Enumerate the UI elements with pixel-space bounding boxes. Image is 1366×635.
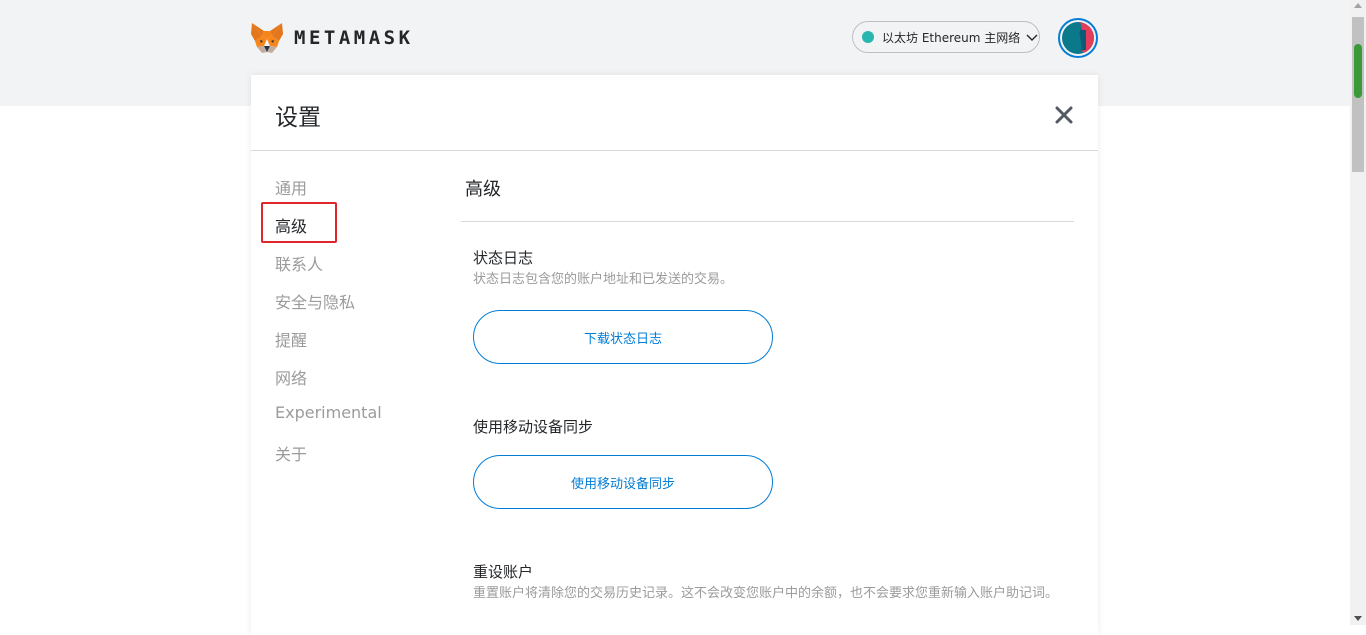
scrollbar-indicator [1354,44,1362,98]
mobile-sync-title: 使用移动设备同步 [473,418,594,436]
settings-header: 设置 [251,75,1098,151]
network-label: 以太坊 Ethereum 主网络 [882,30,1021,45]
tab-alerts[interactable]: 提醒 [275,327,307,351]
mobile-sync-button[interactable]: 使用移动设备同步 [473,455,773,509]
tab-security-privacy[interactable]: 安全与隐私 [275,289,355,313]
tab-general[interactable]: 通用 [275,175,307,199]
scroll-down-arrow-icon[interactable] [1354,616,1362,621]
account-identicon [1062,22,1094,54]
tab-experimental[interactable]: Experimental [275,403,382,422]
page-scrollbar[interactable] [1350,0,1366,625]
settings-card: 设置 通用 高级 联系人 安全与隐私 提醒 网络 Experimental 关于… [251,75,1098,635]
download-state-logs-button[interactable]: 下载状态日志 [473,310,773,364]
section-divider [461,221,1074,222]
tab-contacts[interactable]: 联系人 [275,251,323,275]
scroll-up-arrow-icon[interactable] [1354,3,1362,8]
brand-wordmark: METAMASK [294,27,414,49]
tab-networks[interactable]: 网络 [275,365,307,389]
chevron-down-icon [1026,34,1038,41]
reset-account-title: 重设账户 [473,563,534,581]
reset-account-description: 重置账户将清除您的交易历史记录。这不会改变您账户中的余额，也不会要求您重新输入账… [473,586,1059,601]
state-logs-title: 状态日志 [473,249,534,267]
network-status-dot [862,31,874,43]
app-header: METAMASK 以太坊 Ethereum 主网络 [250,0,1098,75]
state-logs-description: 状态日志包含您的账户地址和已发送的交易。 [473,272,734,287]
section-title: 高级 [465,179,501,200]
metamask-logo[interactable]: METAMASK [250,22,414,54]
network-selector[interactable]: 以太坊 Ethereum 主网络 [852,21,1040,53]
close-icon[interactable] [1052,103,1076,127]
fox-icon [251,23,283,53]
tab-advanced[interactable]: 高级 [275,213,307,237]
tab-about[interactable]: 关于 [275,441,307,465]
page-title: 设置 [275,105,321,131]
account-avatar[interactable] [1058,18,1098,58]
